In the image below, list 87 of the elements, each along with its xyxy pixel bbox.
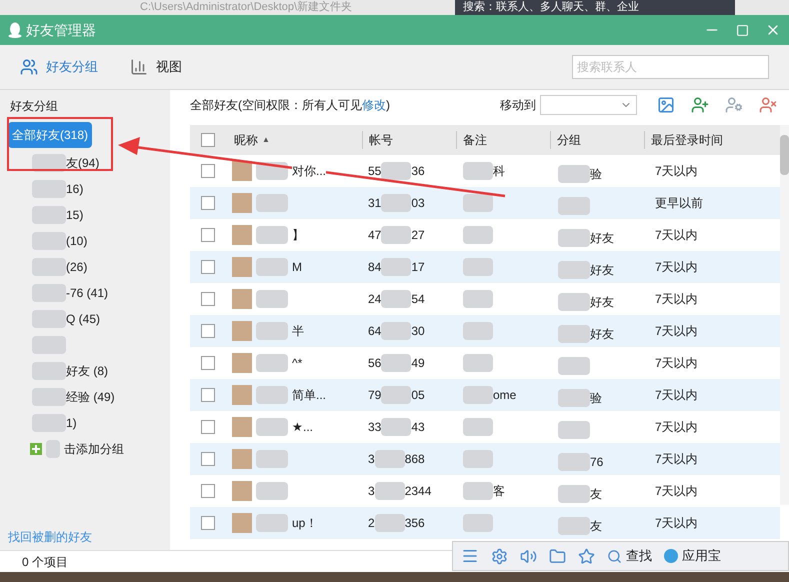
column-header[interactable]: 帐号 <box>369 133 393 147</box>
account-cell-text: 55 <box>368 163 382 180</box>
group-item[interactable]: (26) <box>8 254 170 280</box>
toolbar-tab[interactable]: 好友分组 <box>20 57 98 77</box>
group-cell-text: 验 <box>590 390 602 407</box>
account-cell-text: 27 <box>411 227 425 244</box>
account-cell-text: 49 <box>411 355 425 372</box>
sidebar-heading: 好友分组 <box>9 98 59 115</box>
group-cell-text: 友 <box>590 518 602 535</box>
table-row[interactable]: 3 868 76 7天以内 <box>190 443 780 475</box>
last-login-cell: 7天以内 <box>655 388 698 402</box>
table-row[interactable]: 简单... 79 05 ome 验 7天以内 <box>190 379 780 411</box>
last-login-cell: 7天以内 <box>655 164 698 178</box>
account-cell-text: 2344 <box>404 483 432 500</box>
explorer-path: C:\Users\Administrator\Desktop\新建文件夹 <box>139 0 354 15</box>
group-item[interactable]: (10) <box>8 228 170 254</box>
note-cell-text: 科 <box>493 163 505 180</box>
last-login-cell: 7天以内 <box>655 452 698 466</box>
account-cell-text: 47 <box>368 227 382 244</box>
last-login-cell: 7天以内 <box>655 324 698 338</box>
account-cell-text: 56 <box>368 355 382 372</box>
last-login-cell: 更早以前 <box>655 196 703 210</box>
column-header[interactable]: 备注 <box>463 133 487 147</box>
note-cell-text: 客 <box>493 483 505 500</box>
last-login-cell: 7天以内 <box>655 356 698 370</box>
window-title: 好友管理器 <box>26 20 96 40</box>
account-cell-text: 30 <box>411 323 425 340</box>
scope-label: 全部好友(空间权限：所有人可见修改) <box>190 97 390 114</box>
group-cell-text: 验 <box>590 166 602 183</box>
account-cell-text: 17 <box>411 259 425 276</box>
account-cell-text: 36 <box>411 163 425 180</box>
account-cell-text: 356 <box>404 515 425 532</box>
group-item[interactable]: -76 (41) <box>8 280 170 306</box>
group-item[interactable]: Q (45) <box>8 306 170 332</box>
last-login-cell: 7天以内 <box>655 484 698 498</box>
group-cell-text: 友 <box>590 486 602 503</box>
account-cell-text: 3 <box>368 483 375 500</box>
group-item[interactable]: 好友 (8) <box>8 358 170 384</box>
group-cell-text: 76 <box>590 454 604 471</box>
group-item[interactable]: 经验 (49) <box>8 384 170 410</box>
toolbar-tab[interactable]: 视图 <box>130 57 182 77</box>
group-cell-text: 好友 <box>590 230 614 247</box>
account-cell-text: 3 <box>368 451 375 468</box>
group-item[interactable]: 15) <box>8 202 170 228</box>
group-item[interactable]: 友(94) <box>8 150 170 176</box>
app-store-button[interactable]: 应用宝 <box>664 546 721 566</box>
search-field[interactable]: 搜索联系人 <box>572 55 769 79</box>
column-header[interactable]: 分组 <box>557 133 581 147</box>
column-header[interactable]: 最后登录时间 <box>651 133 723 147</box>
group-item[interactable]: 全部好友(318) <box>8 122 92 148</box>
group-item[interactable]: 16) <box>8 176 170 202</box>
table-row[interactable]: 半 64 30 好友 7天以内 <box>190 315 780 347</box>
account-cell-text: 05 <box>411 387 425 404</box>
table-row[interactable]: up！ 2 356 友 7天以内 <box>190 507 780 539</box>
last-login-cell: 7天以内 <box>655 516 698 530</box>
move-to-label: 移动到 <box>500 97 536 114</box>
item-count: 0 个项目 <box>22 554 68 570</box>
last-login-cell: 7天以内 <box>655 228 698 242</box>
last-login-cell: 7天以内 <box>655 260 698 274</box>
group-item[interactable]: 1) <box>8 410 170 436</box>
column-header[interactable]: 昵称 <box>234 131 258 149</box>
account-cell-text: 43 <box>411 419 425 436</box>
account-cell-text: 24 <box>368 291 382 308</box>
account-cell-text: 64 <box>368 323 382 340</box>
group-cell-text: 好友 <box>590 326 614 343</box>
account-cell-text: 31 <box>368 195 382 212</box>
group-cell-text: 好友 <box>590 294 614 311</box>
add-group-link[interactable]: 击添加分组 <box>64 440 124 458</box>
qq-search-hint: 搜索：联系人、多人聊天、群、企业 <box>455 0 735 15</box>
last-login-cell: 7天以内 <box>655 292 698 306</box>
find-button[interactable]: 查找 <box>607 546 652 566</box>
account-cell-text: 84 <box>368 259 382 276</box>
account-cell-text: 79 <box>368 387 382 404</box>
edit-link[interactable]: 修改 <box>362 98 386 112</box>
last-login-cell: 7天以内 <box>655 420 698 434</box>
nickname-cell: 简单... <box>292 386 326 404</box>
account-cell-text: 03 <box>411 195 425 212</box>
account-cell-text: 54 <box>411 291 425 308</box>
note-cell-text: ome <box>493 387 516 404</box>
sort-arrow: ▲ <box>262 134 270 146</box>
account-cell-text: 2 <box>368 515 375 532</box>
table-row[interactable]: 31 03 更早以前 <box>190 187 780 219</box>
account-cell-text: 33 <box>368 419 382 436</box>
table-row[interactable]: M 84 17 好友 7天以内 <box>190 251 780 283</box>
nickname-cell: 对你... <box>292 162 326 180</box>
group-cell-text: 好友 <box>590 262 614 279</box>
account-cell-text: 868 <box>404 451 425 468</box>
